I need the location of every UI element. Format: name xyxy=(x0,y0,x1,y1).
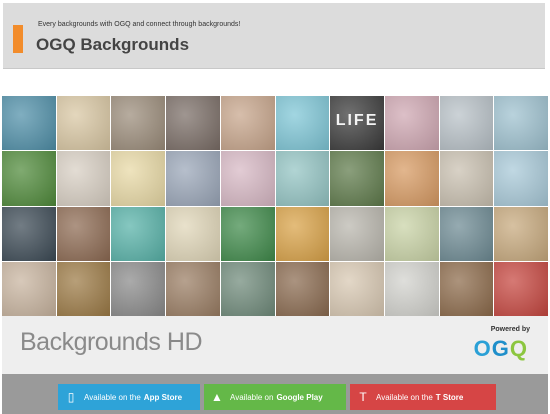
app-store-name: App Store xyxy=(143,392,183,402)
wallpaper-tile[interactable] xyxy=(111,151,166,206)
wallpaper-tile[interactable] xyxy=(56,206,111,261)
app-store-button[interactable]: ▯ Available on the App Store xyxy=(58,384,200,410)
wallpaper-tile[interactable] xyxy=(166,206,220,261)
accent-bar xyxy=(13,25,23,53)
wallpaper-tile[interactable] xyxy=(56,96,111,151)
google-play-name: Google Play xyxy=(276,392,323,402)
wallpaper-tile[interactable] xyxy=(111,96,166,151)
wallpaper-tile[interactable] xyxy=(384,151,439,206)
product-banner: Backgrounds HD Powered by OGQ xyxy=(2,316,548,374)
tile-label: LIFE xyxy=(335,112,379,129)
wallpaper-tile[interactable] xyxy=(111,261,166,316)
wallpaper-tile[interactable] xyxy=(330,151,384,206)
app-store-prefix: Available on the xyxy=(84,392,141,402)
wallpaper-mosaic: LIFE xyxy=(2,96,548,316)
wallpaper-tile[interactable] xyxy=(494,151,548,206)
header-banner: Every backgrounds with OGQ and connect t… xyxy=(3,3,545,69)
wallpaper-tile[interactable] xyxy=(384,206,439,261)
google-play-prefix: Available on xyxy=(230,392,274,402)
wallpaper-tile[interactable] xyxy=(439,261,494,316)
wallpaper-tile[interactable] xyxy=(111,206,166,261)
t-store-prefix: Available on the xyxy=(376,392,433,402)
wallpaper-tile[interactable] xyxy=(166,261,220,316)
wallpaper-tile[interactable] xyxy=(220,261,275,316)
product-name: Backgrounds xyxy=(20,328,161,356)
page-title: OGQ Backgrounds xyxy=(36,35,190,54)
t-store-name: T Store xyxy=(435,392,464,402)
product-title: Backgrounds HD xyxy=(20,328,202,357)
wallpaper-tile[interactable] xyxy=(330,261,384,316)
wallpaper-tile[interactable] xyxy=(494,96,548,151)
powered-by-label: Powered by xyxy=(490,326,530,333)
wallpaper-tile[interactable] xyxy=(2,96,56,151)
wallpaper-tile[interactable] xyxy=(56,261,111,316)
wallpaper-tile[interactable] xyxy=(439,151,494,206)
wallpaper-tile[interactable] xyxy=(56,151,111,206)
wallpaper-tile[interactable] xyxy=(220,151,275,206)
wallpaper-tile[interactable] xyxy=(330,206,384,261)
tagline: Every backgrounds with OGQ and connect t… xyxy=(38,21,241,28)
t-store-button[interactable]: T Available on the T Store xyxy=(350,384,496,410)
wallpaper-tile[interactable] xyxy=(384,261,439,316)
wallpaper-tile[interactable] xyxy=(275,96,330,151)
wallpaper-tile[interactable] xyxy=(166,96,220,151)
wallpaper-tile[interactable] xyxy=(275,261,330,316)
wallpaper-tile[interactable] xyxy=(275,206,330,261)
wallpaper-tile[interactable] xyxy=(494,261,548,316)
wallpaper-tile[interactable] xyxy=(439,206,494,261)
t-store-icon: T xyxy=(359,390,367,404)
product-suffix: HD xyxy=(160,328,203,356)
wallpaper-tile[interactable] xyxy=(275,151,330,206)
wallpaper-tile[interactable] xyxy=(166,151,220,206)
phone-icon: ▯ xyxy=(67,390,75,404)
wallpaper-tile[interactable] xyxy=(384,96,439,151)
wallpaper-tile[interactable] xyxy=(439,96,494,151)
wallpaper-tile[interactable] xyxy=(494,206,548,261)
google-play-button[interactable]: ▲ Available on Google Play xyxy=(204,384,346,410)
android-icon: ▲ xyxy=(211,390,223,404)
wallpaper-tile[interactable] xyxy=(220,206,275,261)
wallpaper-tile[interactable] xyxy=(2,151,56,206)
wallpaper-tile[interactable] xyxy=(2,261,56,316)
wallpaper-tile[interactable] xyxy=(220,96,275,151)
wallpaper-tile[interactable] xyxy=(2,206,56,261)
wallpaper-tile[interactable]: LIFE xyxy=(330,96,384,151)
ogq-logo: OGQ xyxy=(473,336,528,361)
store-buttons-bar: ▯ Available on the App Store ▲ Available… xyxy=(2,374,548,414)
